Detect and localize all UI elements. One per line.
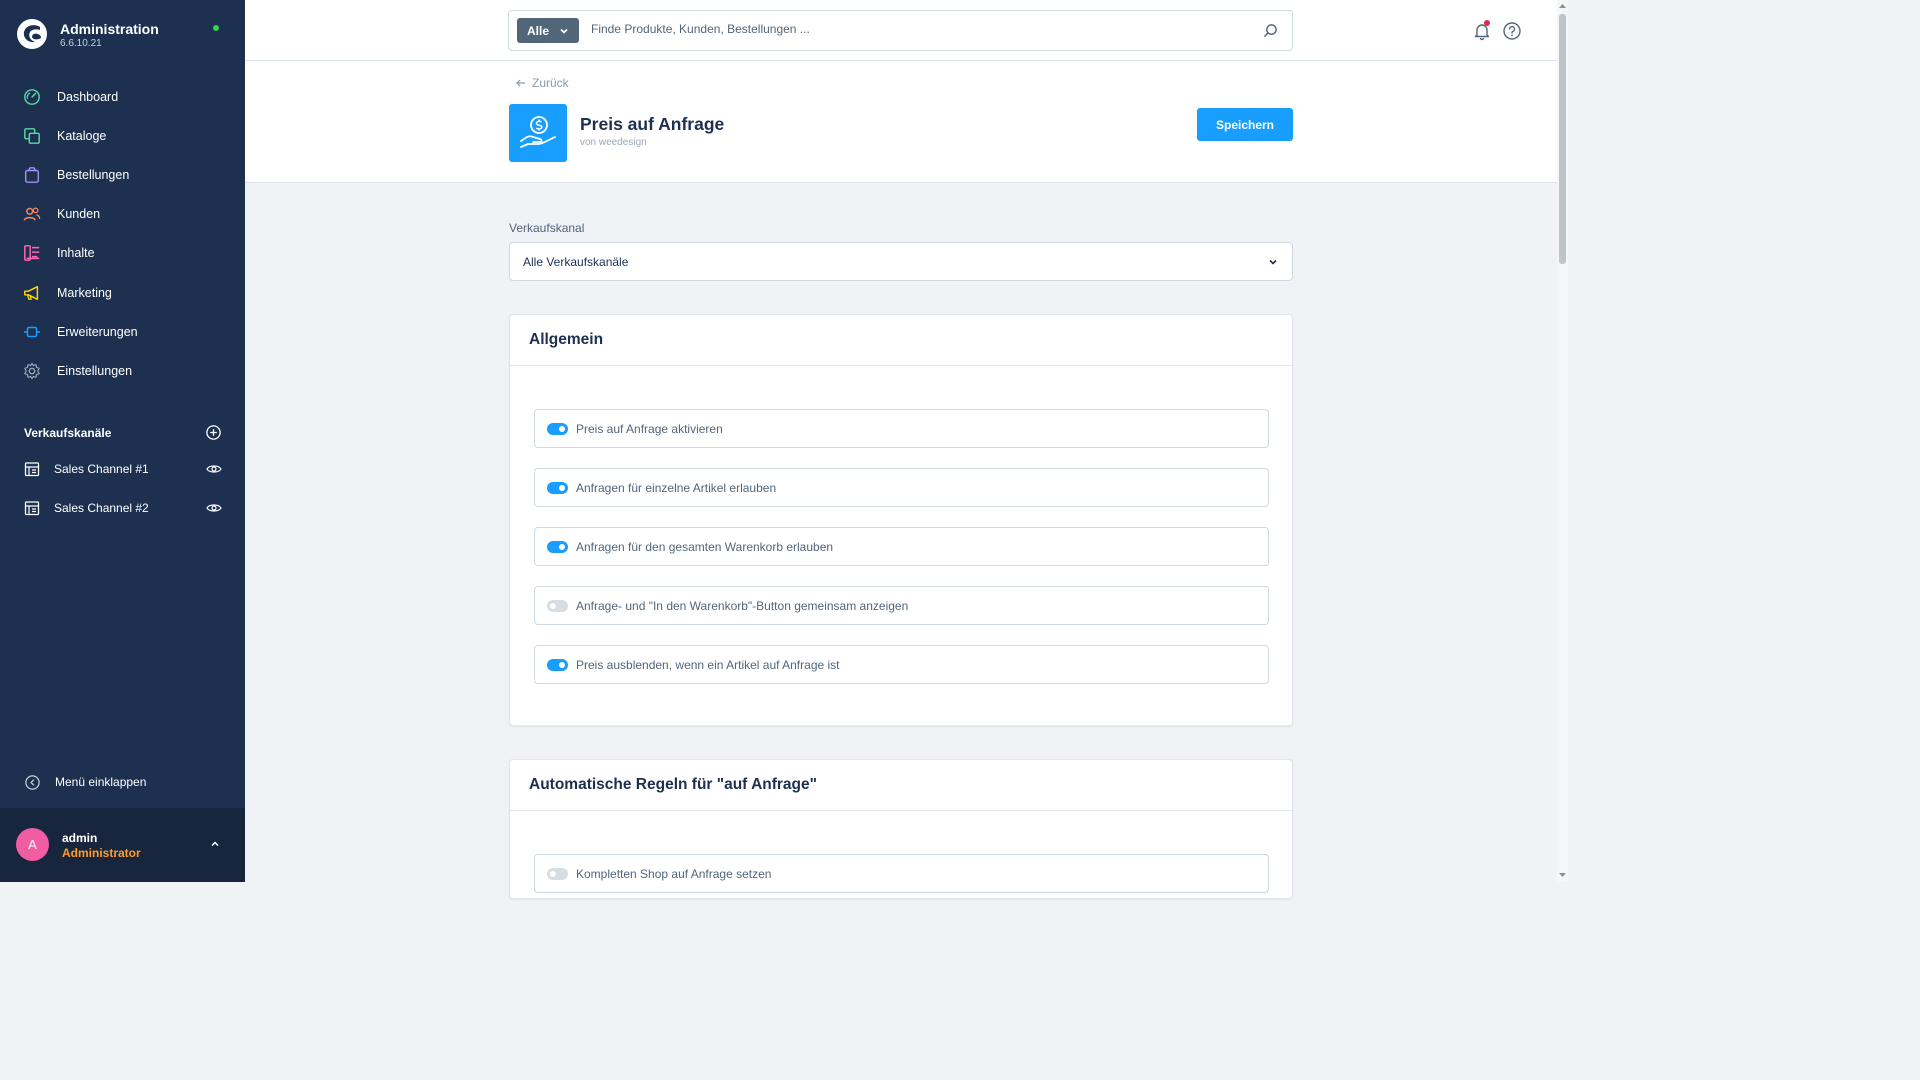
nav-item-settings[interactable]: Einstellungen xyxy=(0,351,245,390)
chevron-up-icon[interactable] xyxy=(209,838,221,850)
user-name: admin xyxy=(62,831,98,845)
nav-item-extensions[interactable]: Erweiterungen xyxy=(0,312,245,351)
search-icon[interactable] xyxy=(1263,23,1278,38)
catalog-icon xyxy=(22,126,42,146)
notification-badge xyxy=(1484,20,1490,26)
nav-label: Dashboard xyxy=(57,89,119,104)
sales-channel-label: Sales Channel #2 xyxy=(54,501,149,515)
storefront-icon xyxy=(24,461,40,477)
app-version: 6.6.10.21 xyxy=(60,38,102,49)
dashboard-icon xyxy=(22,87,42,107)
chevron-left-circle-icon xyxy=(25,774,40,790)
nav-item-marketing[interactable]: Marketing xyxy=(0,273,245,312)
toggle-switch[interactable] xyxy=(547,867,568,880)
status-dot xyxy=(213,25,219,31)
switch-label: Anfrage- und "In den Warenkorb"-Button g… xyxy=(576,598,909,613)
toggle-switch[interactable] xyxy=(547,481,568,494)
topbar: Alle xyxy=(245,0,1557,61)
scrollbar-thumb[interactable] xyxy=(1559,14,1566,264)
toggle-switch[interactable] xyxy=(547,422,568,435)
marketing-icon xyxy=(22,283,42,303)
sidebar: Administration 6.6.10.21 Dashboard Katal… xyxy=(0,0,245,882)
price-on-request-icon xyxy=(520,116,556,148)
switch-label: Anfragen für einzelne Artikel erlauben xyxy=(576,480,777,495)
page-title: Preis auf Anfrage xyxy=(580,114,725,134)
content-icon xyxy=(22,243,42,263)
switch-label: Anfragen für den gesamten Warenkorb erla… xyxy=(576,539,834,554)
sales-channels-header: Verkaufskanäle xyxy=(24,424,222,442)
switch-field: Anfrage- und "In den Warenkorb"-Button g… xyxy=(534,586,1269,625)
card-title: Allgemein xyxy=(529,331,604,348)
card-title: Automatische Regeln für "auf Anfrage" xyxy=(529,776,817,793)
sales-channel-select[interactable]: Alle Verkaufskanäle xyxy=(509,242,1293,281)
help-icon[interactable] xyxy=(1502,21,1522,41)
avatar: A xyxy=(16,828,49,861)
toggle-switch[interactable] xyxy=(547,599,568,612)
add-sales-channel-icon[interactable] xyxy=(205,424,222,441)
eye-icon[interactable] xyxy=(206,461,222,477)
chevron-down-icon xyxy=(560,28,568,34)
nav-item-content[interactable]: Inhalte xyxy=(0,234,245,273)
shopware-logo-icon xyxy=(17,19,47,49)
customers-icon xyxy=(22,204,42,224)
eye-icon[interactable] xyxy=(206,500,222,516)
extensions-icon xyxy=(22,322,42,342)
orders-icon xyxy=(22,165,42,185)
search-type-select[interactable]: Alle xyxy=(517,18,579,43)
nav-label: Bestellungen xyxy=(57,167,130,182)
sales-channel-field-label: Verkaufskanal xyxy=(509,221,585,235)
nav-label: Marketing xyxy=(57,285,112,300)
user-role: Administrator xyxy=(62,846,141,860)
scroll-down-arrow-icon[interactable] xyxy=(1558,871,1567,879)
extension-icon xyxy=(509,104,567,162)
search-input[interactable] xyxy=(591,22,1241,36)
nav-label: Einstellungen xyxy=(57,363,133,378)
switch-field: Anfragen für den gesamten Warenkorb erla… xyxy=(534,527,1269,566)
nav-item-customers[interactable]: Kunden xyxy=(0,195,245,234)
sales-channels-title: Verkaufskanäle xyxy=(24,426,112,440)
search-type-label: Alle xyxy=(527,23,550,38)
nav-label: Erweiterungen xyxy=(57,324,138,339)
nav-label: Kunden xyxy=(57,207,101,222)
collapse-menu-label: Menü einklappen xyxy=(55,775,147,789)
chevron-down-icon xyxy=(1269,259,1277,265)
collapse-menu-button[interactable]: Menü einklappen xyxy=(24,772,146,792)
toggle-switch[interactable] xyxy=(547,540,568,553)
page-header: Zurück Preis auf Anfrage von weedesign S… xyxy=(245,61,1557,183)
sales-channel-label: Sales Channel #1 xyxy=(54,462,149,476)
nav-label: Kataloge xyxy=(57,128,107,143)
automatic-rules-card: Automatische Regeln für "auf Anfrage" Ko… xyxy=(509,759,1293,899)
sales-channel-item-1[interactable]: Sales Channel #1 xyxy=(24,457,222,481)
arrow-left-icon xyxy=(516,79,525,87)
sales-channel-item-2[interactable]: Sales Channel #2 xyxy=(24,496,222,520)
switch-field: Kompletten Shop auf Anfrage setzen xyxy=(534,854,1269,893)
nav-item-dashboard[interactable]: Dashboard xyxy=(0,77,245,116)
switch-field: Anfragen für einzelne Artikel erlauben xyxy=(534,468,1269,507)
back-label: Zurück xyxy=(532,76,569,90)
scroll-up-arrow-icon[interactable] xyxy=(1558,2,1567,10)
nav-label: Inhalte xyxy=(57,246,95,261)
card-header: Allgemein xyxy=(510,315,1292,366)
switch-label: Preis ausblenden, wenn ein Artikel auf A… xyxy=(576,657,840,672)
back-link[interactable]: Zurück xyxy=(515,76,569,90)
general-settings-card: Allgemein Preis auf Anfrage aktivieren A… xyxy=(509,314,1293,726)
extension-author: von weedesign xyxy=(580,137,647,148)
storefront-icon xyxy=(24,500,40,516)
switch-label: Kompletten Shop auf Anfrage setzen xyxy=(576,866,772,881)
switch-label: Preis auf Anfrage aktivieren xyxy=(576,421,723,436)
toggle-switch[interactable] xyxy=(547,658,568,671)
user-menu[interactable]: A admin Administrator xyxy=(0,808,245,882)
app-title: Administration xyxy=(60,21,159,37)
card-header: Automatische Regeln für "auf Anfrage" xyxy=(510,760,1292,811)
nav-item-catalogs[interactable]: Kataloge xyxy=(0,116,245,155)
save-button[interactable]: Speichern xyxy=(1197,108,1293,141)
main-nav: Dashboard Kataloge Bestellungen Kunden I… xyxy=(0,77,245,391)
switch-field: Preis auf Anfrage aktivieren xyxy=(534,409,1269,448)
global-search: Alle xyxy=(508,10,1293,51)
sales-channel-select-value: Alle Verkaufskanäle xyxy=(523,255,629,269)
settings-icon xyxy=(22,361,42,381)
nav-item-orders[interactable]: Bestellungen xyxy=(0,155,245,194)
brand[interactable]: Administration 6.6.10.21 xyxy=(16,16,231,56)
switch-field: Preis ausblenden, wenn ein Artikel auf A… xyxy=(534,645,1269,684)
